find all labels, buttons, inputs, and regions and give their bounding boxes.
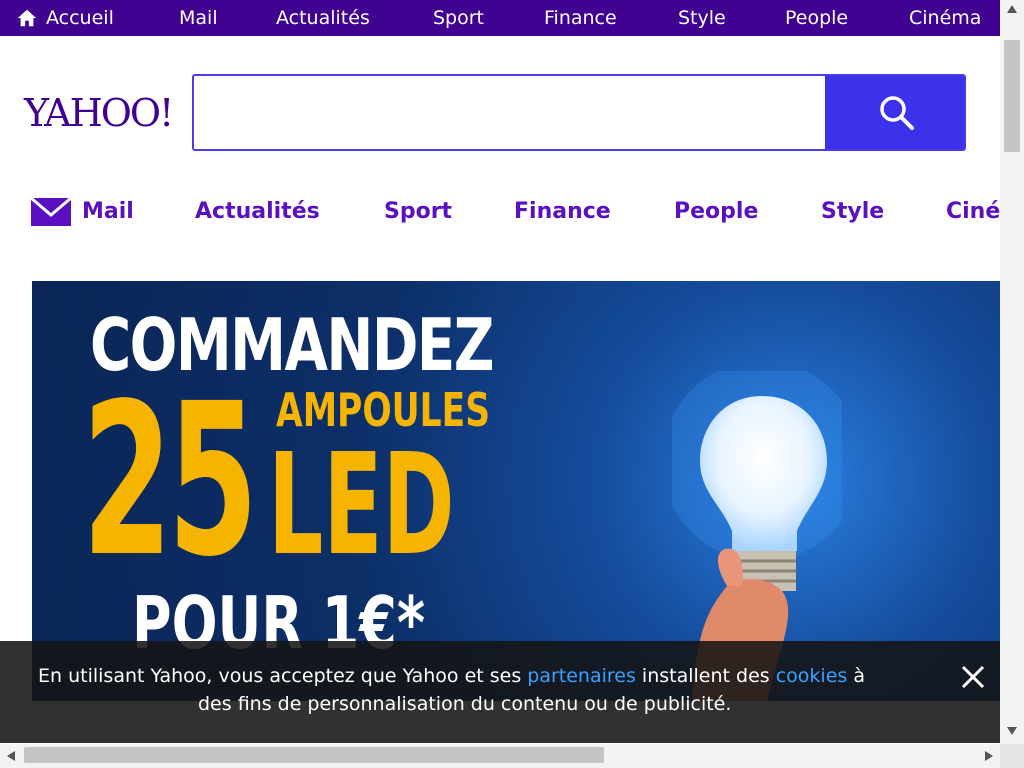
subnav-item-finance[interactable]: Finance: [514, 190, 611, 234]
scrollbar-corner: [1000, 744, 1024, 768]
topnav-item-cinema[interactable]: Cinéma: [909, 0, 981, 36]
subnav-item-mail[interactable]: Mail: [30, 190, 134, 234]
topnav-item-accueil[interactable]: Accueil: [16, 0, 114, 36]
subnav-item-sport[interactable]: Sport: [384, 190, 452, 234]
search-button[interactable]: [825, 76, 964, 149]
ad-banner[interactable]: COMMANDEZ 25 AMPOULES LED POUR 1€*: [32, 281, 1000, 701]
topnav-item-style[interactable]: Style: [678, 0, 726, 36]
scroll-down-arrow-icon[interactable]: [1006, 726, 1018, 736]
close-icon[interactable]: [960, 664, 986, 690]
partenaires-link[interactable]: partenaires: [527, 665, 636, 687]
subnav-item-cinema[interactable]: Ciné: [946, 190, 1000, 234]
cookie-text: En utilisant Yahoo, vous acceptez que Ya…: [38, 665, 528, 687]
scroll-right-arrow-icon[interactable]: [984, 750, 994, 762]
ad-led-text: LED: [268, 424, 455, 587]
search-box: [192, 74, 966, 151]
vertical-scroll-thumb[interactable]: [1004, 40, 1020, 152]
scroll-left-arrow-icon[interactable]: [6, 750, 16, 762]
topnav-item-mail[interactable]: Mail: [179, 0, 218, 36]
horizontal-scroll-thumb[interactable]: [24, 747, 604, 763]
top-navigation-bar: Accueil Mail Actualités Sport Finance St…: [0, 0, 1000, 36]
yahoo-logo[interactable]: YAHOO!: [24, 93, 174, 133]
subnav-label: Mail: [82, 199, 134, 224]
scroll-up-arrow-icon[interactable]: [1006, 4, 1018, 14]
cookie-text-line2: des fins de personnalisation du contenu …: [198, 693, 732, 715]
cookies-link[interactable]: cookies: [776, 665, 848, 687]
secondary-navigation: Mail Actualités Sport Finance People Sty…: [0, 190, 1000, 234]
subnav-item-actualites[interactable]: Actualités: [195, 190, 320, 234]
topnav-item-people[interactable]: People: [785, 0, 848, 36]
topnav-item-actualites[interactable]: Actualités: [276, 0, 370, 36]
subnav-item-people[interactable]: People: [674, 190, 758, 234]
mail-icon: [30, 196, 72, 226]
subnav-item-style[interactable]: Style: [821, 190, 884, 234]
cookie-text-line1: En utilisant Yahoo, vous acceptez que Ya…: [38, 665, 865, 687]
search-input[interactable]: [194, 76, 824, 149]
home-icon: [17, 9, 37, 27]
topnav-item-sport[interactable]: Sport: [433, 0, 484, 36]
topnav-label: Accueil: [46, 7, 114, 29]
topnav-item-finance[interactable]: Finance: [544, 0, 617, 36]
ad-big-number: 25: [82, 358, 258, 603]
search-icon: [879, 95, 914, 130]
cookie-text: installent des: [635, 665, 776, 687]
cookie-text: à: [847, 665, 865, 687]
cookie-consent-bar: En utilisant Yahoo, vous acceptez que Ya…: [0, 641, 1000, 743]
